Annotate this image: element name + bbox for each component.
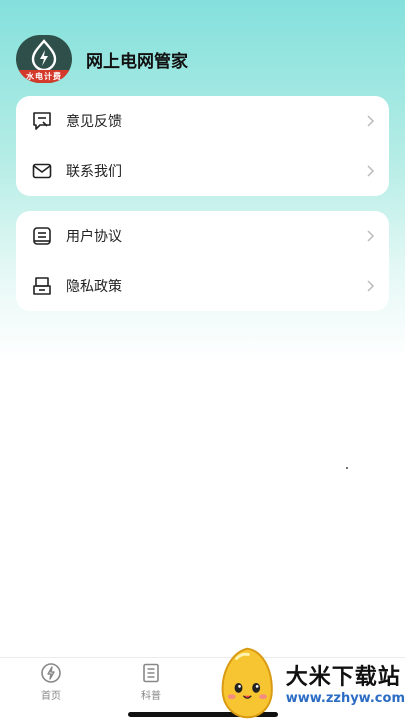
app-title: 网上电网管家 bbox=[86, 51, 188, 72]
menu-item-contact[interactable]: 联系我们 bbox=[16, 146, 389, 196]
tab-home[interactable]: 首页 bbox=[21, 662, 81, 702]
chevron-right-icon bbox=[367, 165, 375, 177]
mail-icon bbox=[30, 159, 54, 183]
menu-card-legal: 用户协议 隐私政策 bbox=[16, 211, 389, 311]
menu-item-label: 意见反馈 bbox=[66, 114, 122, 130]
watermark-title: 大米下载站 bbox=[285, 664, 401, 690]
chevron-right-icon bbox=[367, 230, 375, 242]
app-header: 水电计费 网上电网管家 bbox=[16, 35, 188, 83]
app-logo: 水电计费 bbox=[16, 35, 72, 83]
menu-item-user-agreement[interactable]: 用户协议 bbox=[16, 211, 389, 261]
menu-item-label: 联系我们 bbox=[66, 164, 122, 180]
watermark-badge: 大米下载站 www.zzhyw.com bbox=[215, 644, 405, 720]
logo-band-text: 水电计费 bbox=[16, 70, 72, 83]
tab-label: 首页 bbox=[41, 691, 61, 702]
rice-mascot-icon bbox=[221, 647, 273, 719]
privacy-icon bbox=[30, 274, 54, 298]
article-icon bbox=[143, 663, 159, 683]
menu-item-privacy-policy[interactable]: 隐私政策 bbox=[16, 261, 389, 311]
home-bolt-icon bbox=[41, 663, 61, 683]
watermark-url: www.zzhyw.com bbox=[285, 690, 405, 706]
menu-card-support: 意见反馈 联系我们 bbox=[16, 96, 389, 196]
stray-dot bbox=[346, 467, 348, 469]
menu-item-label: 用户协议 bbox=[66, 229, 122, 245]
menu-item-label: 隐私政策 bbox=[66, 279, 122, 295]
tab-science[interactable]: 科普 bbox=[121, 662, 181, 702]
agreement-icon bbox=[30, 224, 54, 248]
lightning-drop-icon bbox=[31, 39, 57, 71]
tab-label: 科普 bbox=[141, 691, 161, 702]
menu-item-feedback[interactable]: 意见反馈 bbox=[16, 96, 389, 146]
feedback-icon bbox=[30, 109, 54, 133]
chevron-right-icon bbox=[367, 115, 375, 127]
chevron-right-icon bbox=[367, 280, 375, 292]
